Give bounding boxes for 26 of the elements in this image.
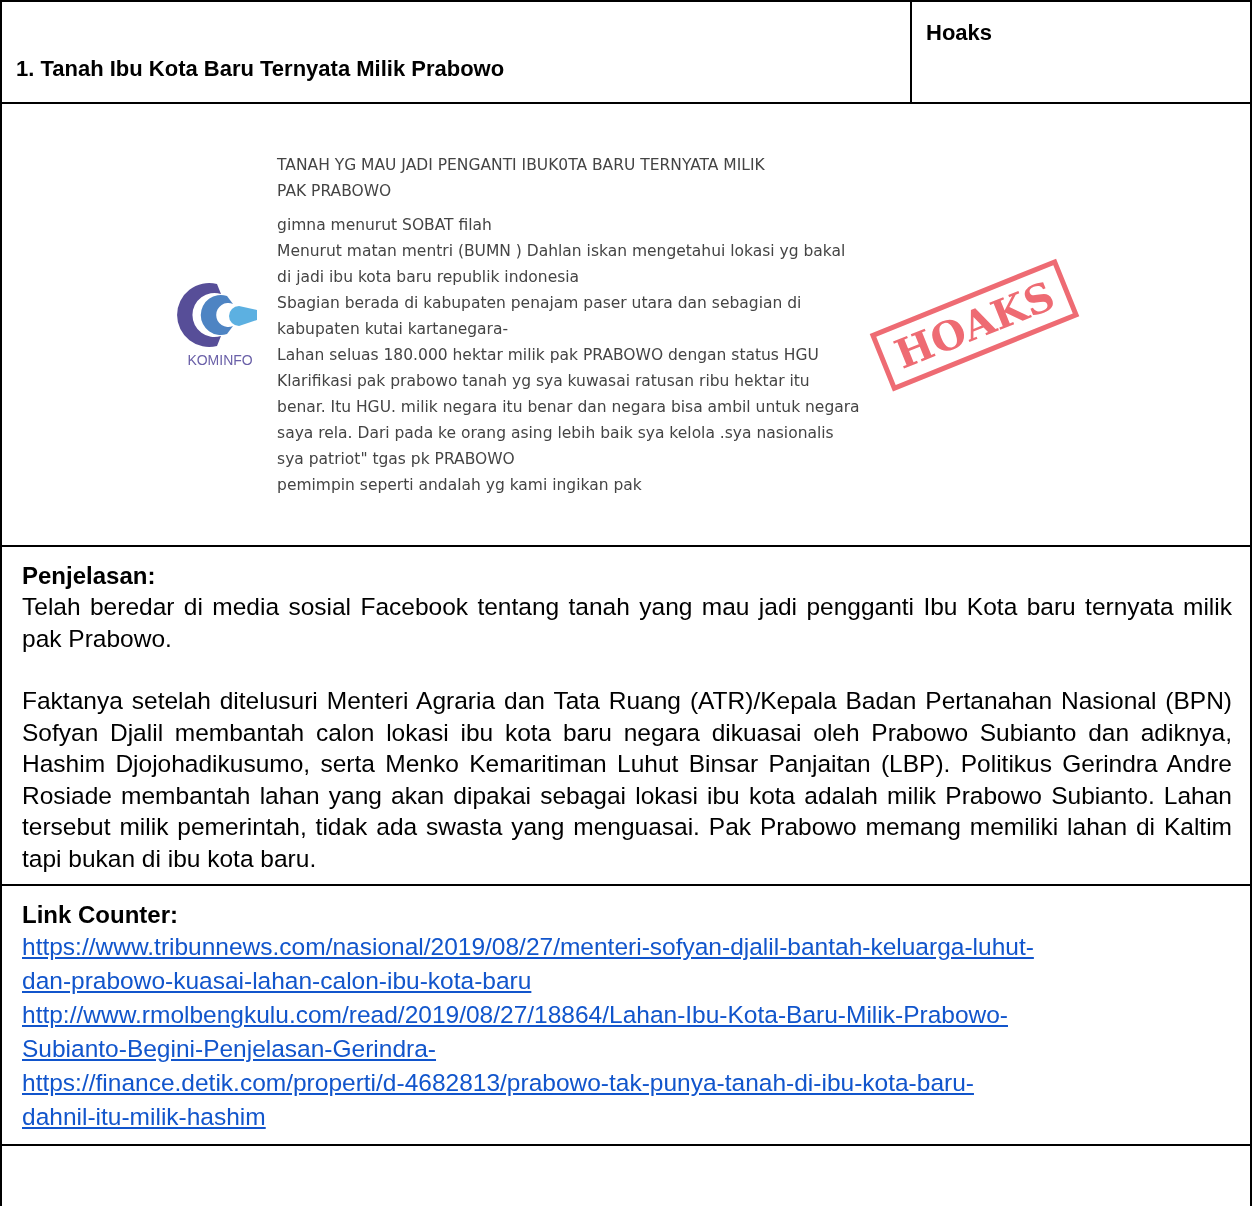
post-text-line: Sbagian berada di kabupaten penajam paser utara dan sebagian di [277, 292, 803, 314]
post-text-line: PAK PRABOWO [277, 180, 393, 202]
verdict-label: Hoaks [926, 20, 994, 46]
post-text-line: di jadi ibu kota baru republik indonesia [277, 266, 581, 288]
post-text-line: pemimpin seperti andalah yg kami ingikan pak [277, 474, 643, 496]
post-text-line: sya patriot" tgas pk PRABOWO [277, 448, 516, 470]
explanation-paragraph: Faktanya setelah ditelusuri Menteri Agraria dan Tata Ruang (ATR)/Kepala Badan Pertanahan Nasional (BPN) Sofyan Djalil membantah calon lokasi ibu kota baru negara dikuasai oleh Prabowo Subianto dan adiknya, Hashim Djojohadikusumo, serta Menko Kemaritiman Luhut Binsar Panjaitan (LBP). Politikus Gerindra Andre Rosiade membantah lahan yang akan dipakai sebagai lokasi ibu kota adalah milik Prabowo Subianto. Lahan tersebut milik pemerintah, tidak ada swasta yang menguasai. Pak Prabowo memang memiliki lahan di Kaltim tapi bukan di ibu kota baru. [22, 686, 1232, 874]
source-link[interactable]: dahnil-itu-milik-hashim [22, 1100, 266, 1134]
explanation-paragraph: Telah beredar di media sosial Facebook tentang tanah yang mau jadi pengganti Ibu Kota baru ternyata milik pak Prabowo. [22, 592, 1232, 654]
post-text-line: Menurut matan mentri (BUMN ) Dahlan iskan mengetahui lokasi yg bakal [277, 240, 847, 262]
logo-text: KOMINFO [187, 351, 253, 368]
post-text-line: TANAH YG MAU JADI PENGANTI IBUK0TA BARU TERNYATA MILIK [277, 154, 766, 176]
source-link[interactable]: https://finance.detik.com/properti/d-4682813/prabowo-tak-punya-tanah-di-ibu-kota-baru- [22, 1066, 974, 1100]
source-link[interactable]: Subianto-Begini-Penjelasan-Gerindra- [22, 1032, 436, 1066]
post-text-line: saya rela. Dari pada ke orang asing lebih baik sya kelola .sya nasionalis [277, 422, 835, 444]
source-link[interactable]: http://www.rmolbengkulu.com/read/2019/08/27/18864/Lahan-Ibu-Kota-Baru-Milik-Prabowo- [22, 998, 1008, 1032]
section-heading: Penjelasan: [22, 561, 157, 591]
post-text-line: benar. Itu HGU. milik negara itu benar dan negara bisa ambil untuk negara [277, 396, 860, 418]
source-link[interactable]: https://www.tribunnews.com/nasional/2019/08/27/menteri-sofyan-djalil-bantah-keluarga-luhut- [22, 930, 1034, 964]
source-link[interactable]: dan-prabowo-kuasai-lahan-calon-ibu-kota-baru [22, 964, 532, 998]
post-text-line: Lahan seluas 180.000 hektar milik pak PRABOWO dengan status HGU [277, 344, 820, 366]
post-text-line: kabupaten kutai kartanegara- [277, 318, 510, 340]
section-heading: Link Counter: [22, 900, 179, 930]
post-text-line: Klarifikasi pak prabowo tanah yg sya kuwasai ratusan ribu hektar itu [277, 370, 811, 392]
post-text-line: gimna menurut SOBAT filah [277, 214, 493, 236]
claim-title: 1. Tanah Ibu Kota Baru Ternyata Milik Prabowo [16, 56, 505, 82]
